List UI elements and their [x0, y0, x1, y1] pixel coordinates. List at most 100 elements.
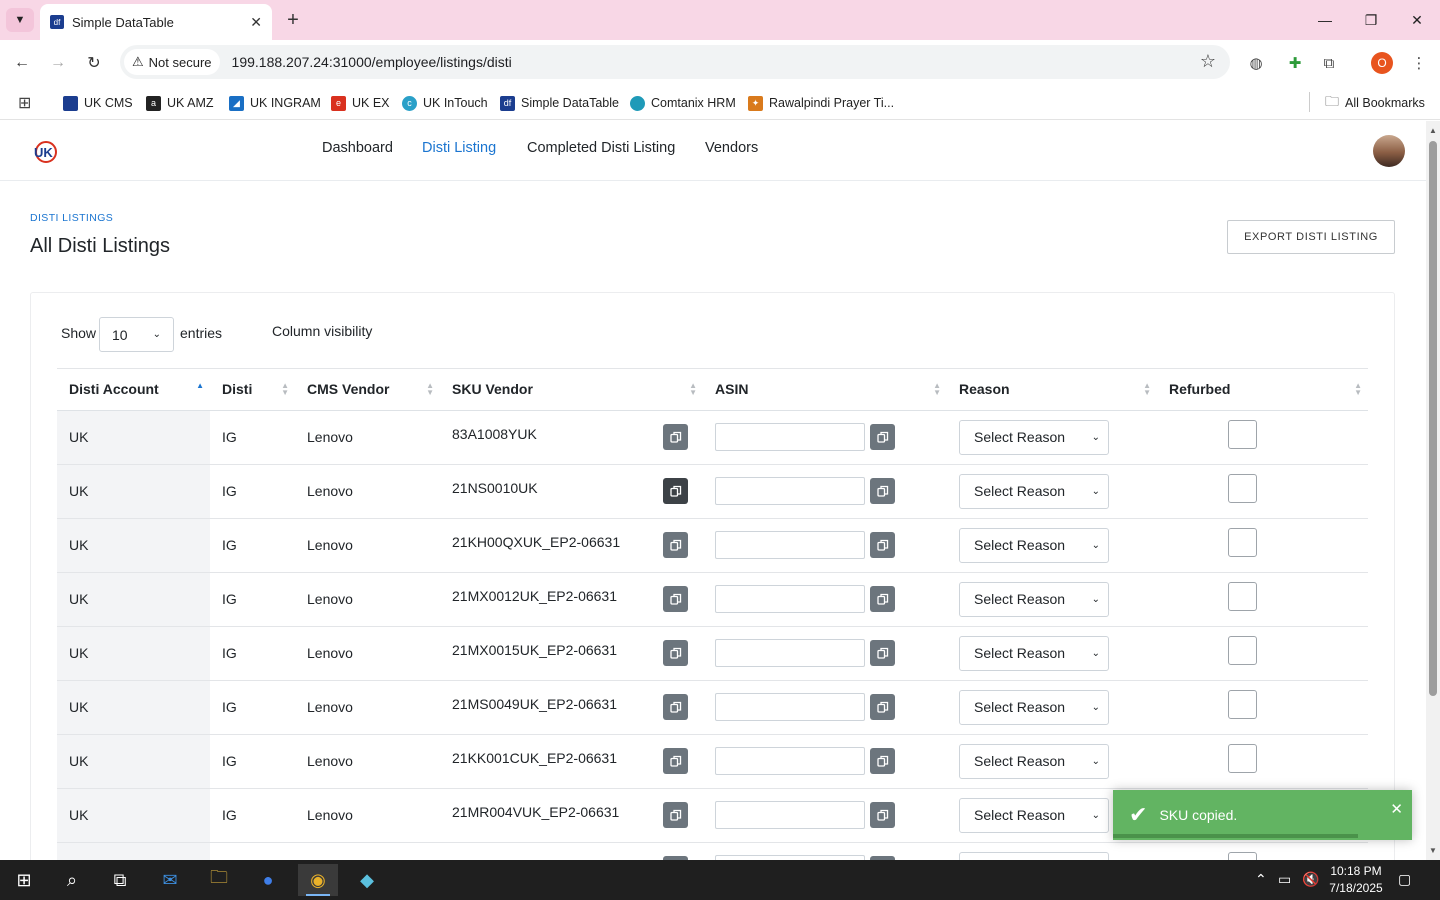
- refurbed-checkbox[interactable]: [1228, 743, 1257, 773]
- copy-asin-button[interactable]: [870, 802, 895, 828]
- copy-sku-button[interactable]: [663, 478, 688, 504]
- uk-logo-icon[interactable]: UK: [32, 138, 58, 164]
- asin-input[interactable]: [715, 639, 865, 667]
- copy-asin-button[interactable]: [870, 478, 895, 504]
- apps-grid-icon[interactable]: ⊞: [18, 92, 31, 114]
- asin-input[interactable]: [715, 747, 865, 775]
- reason-select[interactable]: Select Reason⌄: [959, 473, 1109, 509]
- column-visibility-button[interactable]: Column visibility: [272, 323, 372, 339]
- new-tab-plus-icon[interactable]: +: [282, 8, 304, 32]
- copy-asin-button[interactable]: [870, 532, 895, 558]
- refurbed-checkbox[interactable]: [1228, 851, 1257, 860]
- nav-disti-listing[interactable]: Disti Listing: [422, 140, 496, 156]
- zoom-icon[interactable]: ●: [248, 864, 288, 896]
- app-diamond-icon[interactable]: ◆: [347, 864, 387, 896]
- volume-muted-icon[interactable]: 🔇: [1302, 871, 1319, 888]
- nav-completed-disti-listing[interactable]: Completed Disti Listing: [527, 140, 675, 156]
- col-disti-account[interactable]: Disti Account ▲: [57, 369, 210, 411]
- windows-start-icon[interactable]: ⊞: [4, 864, 44, 896]
- nav-vendors[interactable]: Vendors: [705, 140, 758, 156]
- bookmark-star-icon[interactable]: ☆: [1200, 51, 1216, 72]
- reload-icon[interactable]: ↻: [82, 51, 106, 75]
- refurbed-checkbox[interactable]: [1228, 527, 1257, 557]
- listings-table-wrapper[interactable]: Disti Account ▲ Disti ▲ ▼ CMS Vendor ▲ ▼ SKU …: [57, 368, 1368, 860]
- url-text[interactable]: 199.188.207.24:31000/employee/listings/d…: [232, 54, 512, 70]
- bookmark-comtanix-hrm[interactable]: Comtanix HRM: [630, 92, 736, 114]
- scroll-thumb[interactable]: [1429, 141, 1437, 696]
- copy-sku-button[interactable]: [663, 532, 688, 558]
- copy-sku-button[interactable]: [663, 694, 688, 720]
- export-disti-listing-button[interactable]: EXPORT DISTI LISTING: [1227, 220, 1395, 254]
- asin-input[interactable]: [715, 801, 865, 829]
- bookmark-uk-intouch[interactable]: c UK InTouch: [402, 92, 488, 114]
- security-chip[interactable]: ⚠ Not secure: [124, 49, 220, 75]
- forward-arrow-icon[interactable]: →: [46, 51, 70, 75]
- copy-sku-button[interactable]: [663, 586, 688, 612]
- refurbed-checkbox[interactable]: [1228, 635, 1257, 665]
- reason-select[interactable]: Select Reason⌄: [959, 797, 1109, 833]
- minimize-icon[interactable]: —: [1313, 8, 1337, 32]
- reason-select[interactable]: Select Reason⌄: [959, 419, 1109, 455]
- bookmark-uk-ex[interactable]: e UK EX: [331, 92, 390, 114]
- bookmark-simple-datatable[interactable]: df Simple DataTable: [500, 92, 619, 114]
- browser-tab[interactable]: df Simple DataTable ✕: [40, 4, 272, 40]
- copy-asin-button[interactable]: [870, 694, 895, 720]
- address-bar[interactable]: ⚠ Not secure 199.188.207.24:31000/employ…: [120, 45, 1230, 79]
- col-cms-vendor[interactable]: CMS Vendor ▲ ▼: [295, 369, 440, 411]
- copy-sku-button[interactable]: [663, 640, 688, 666]
- extension-puzzle-green-icon[interactable]: ✚: [1284, 52, 1306, 74]
- col-reason[interactable]: Reason ▲ ▼: [947, 369, 1157, 411]
- asin-input[interactable]: [715, 531, 865, 559]
- reason-select[interactable]: Select Reason⌄: [959, 527, 1109, 563]
- asin-input[interactable]: [715, 693, 865, 721]
- window-close-icon[interactable]: ✕: [1405, 8, 1429, 32]
- notifications-icon[interactable]: ▢: [1398, 871, 1411, 888]
- back-arrow-icon[interactable]: ←: [10, 51, 34, 75]
- copy-sku-button[interactable]: [663, 802, 688, 828]
- scroll-down-icon[interactable]: ▼: [1428, 845, 1438, 855]
- copy-asin-button[interactable]: [870, 748, 895, 774]
- col-refurbed[interactable]: Refurbed ▲ ▼: [1157, 369, 1368, 411]
- bookmark-uk-cms[interactable]: UK CMS: [63, 92, 133, 114]
- copy-asin-button[interactable]: [870, 424, 895, 450]
- asin-input[interactable]: [715, 585, 865, 613]
- translate-globe-icon[interactable]: ◍: [1245, 52, 1267, 74]
- bookmark-uk-amz[interactable]: a UK AMZ: [146, 92, 214, 114]
- bookmark-uk-ingram[interactable]: ◢ UK INGRAM: [229, 92, 321, 114]
- tab-close-icon[interactable]: ✕: [250, 14, 262, 31]
- chrome-icon[interactable]: ◉: [298, 864, 338, 896]
- asin-input[interactable]: [715, 423, 865, 451]
- reason-select[interactable]: Select Reason⌄: [959, 635, 1109, 671]
- reason-select[interactable]: Select Reason⌄: [959, 851, 1109, 860]
- user-avatar[interactable]: [1373, 135, 1405, 167]
- entries-per-page-select[interactable]: 10 ⌄: [99, 317, 174, 352]
- copy-asin-button[interactable]: [870, 586, 895, 612]
- nav-dashboard[interactable]: Dashboard: [322, 140, 393, 156]
- reason-select[interactable]: Select Reason⌄: [959, 743, 1109, 779]
- all-bookmarks[interactable]: 🗀 All Bookmarks: [1325, 92, 1425, 114]
- restore-icon[interactable]: ❐: [1359, 8, 1383, 32]
- reason-select[interactable]: Select Reason⌄: [959, 581, 1109, 617]
- refurbed-checkbox[interactable]: [1228, 419, 1257, 449]
- asin-input[interactable]: [715, 477, 865, 505]
- copy-sku-button[interactable]: [663, 424, 688, 450]
- tab-search-chevron-icon[interactable]: ▼: [6, 8, 34, 32]
- refurbed-checkbox[interactable]: [1228, 689, 1257, 719]
- taskbar-clock[interactable]: 10:18 PM 7/18/2025: [1328, 863, 1384, 897]
- reason-select[interactable]: Select Reason⌄: [959, 689, 1109, 725]
- extensions-icon[interactable]: ⧉: [1318, 52, 1340, 74]
- tray-chevron-up-icon[interactable]: ⌃: [1255, 871, 1267, 888]
- page-scrollbar[interactable]: ▲ ▼: [1426, 121, 1440, 860]
- refurbed-checkbox[interactable]: [1228, 581, 1257, 611]
- outlook-icon[interactable]: ✉: [150, 864, 190, 896]
- file-explorer-icon[interactable]: 🗀: [199, 864, 239, 896]
- copy-asin-button[interactable]: [870, 640, 895, 666]
- scroll-up-icon[interactable]: ▲: [1428, 125, 1438, 135]
- task-view-icon[interactable]: ⧉: [100, 864, 140, 896]
- search-icon[interactable]: ⌕: [52, 864, 92, 896]
- refurbed-checkbox[interactable]: [1228, 473, 1257, 503]
- bookmark-rawalpindi-prayer[interactable]: ✦ Rawalpindi Prayer Ti...: [748, 92, 894, 114]
- kebab-menu-icon[interactable]: ⋮: [1408, 52, 1430, 74]
- network-icon[interactable]: ▭: [1278, 871, 1291, 888]
- col-sku-vendor[interactable]: SKU Vendor ▲ ▼: [440, 369, 703, 411]
